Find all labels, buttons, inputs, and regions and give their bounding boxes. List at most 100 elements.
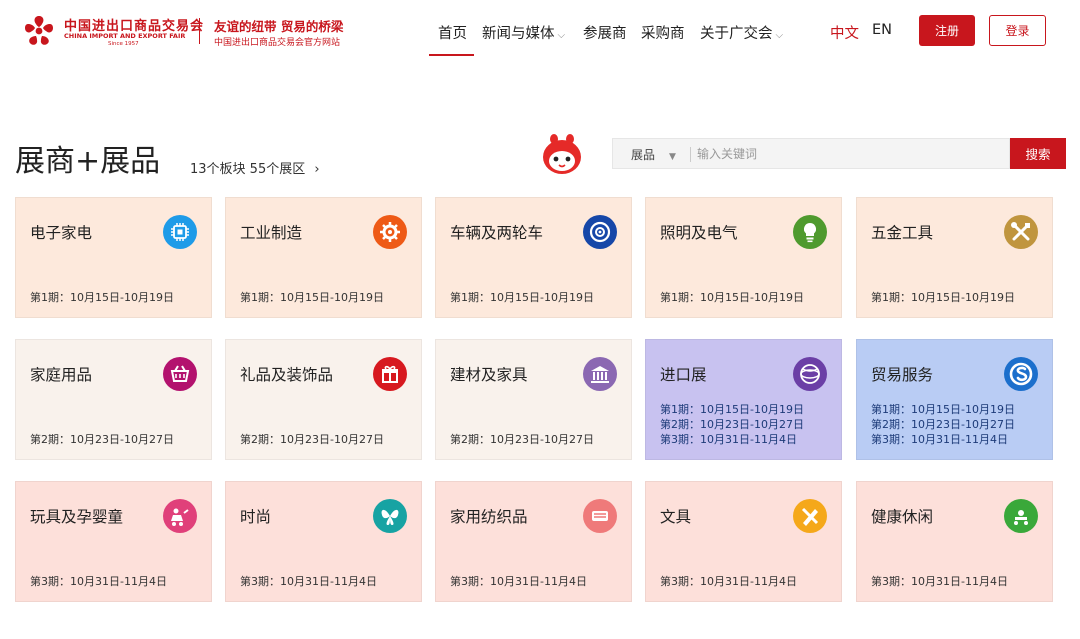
search-input[interactable] [697, 142, 997, 166]
phase-date: 第3期：10月31日-11月4日 [30, 575, 167, 588]
phase-date: 第3期：10月31日-11月4日 [660, 575, 797, 588]
category-dates: 第3期：10月31日-11月4日 [660, 574, 797, 589]
logo-divider [199, 18, 200, 44]
category-title: 工业制造 [240, 224, 303, 242]
category-dates: 第3期：10月31日-11月4日 [871, 574, 1008, 589]
nav-exhibitors-label: 参展商 [583, 26, 627, 42]
site-header: 中国进出口商品交易会 CHINA IMPORT AND EXPORT FAIR … [0, 0, 1080, 62]
category-dates: 第2期：10月23日-10月27日 [240, 432, 384, 447]
category-card[interactable]: 电子家电第1期：10月15日-10月19日 [15, 197, 212, 318]
nav-active-indicator [429, 54, 474, 56]
category-card[interactable]: 礼品及装饰品 第2期：10月23日-10月27日 [225, 339, 422, 460]
chevron-down-icon: ⌵ [775, 30, 784, 41]
nav-about[interactable]: 关于广交会 ⌵ [700, 22, 783, 43]
chip-icon [163, 215, 197, 249]
category-card[interactable]: 玩具及孕婴童第3期：10月31日-11月4日 [15, 481, 212, 602]
building-icon [583, 357, 617, 391]
nav-home[interactable]: 首页 [438, 22, 467, 43]
sections-summary-text: 13个板块 55个展区 [190, 162, 306, 177]
category-card[interactable]: 贸易服务第1期：10月15日-10月19日 第2期：10月23日-10月27日 第3… [856, 339, 1053, 460]
slogan: 友谊的纽带 贸易的桥梁 [214, 19, 344, 34]
category-title: 照明及电气 [660, 224, 738, 242]
toy-icon [163, 499, 197, 533]
category-dates: 第2期：10月23日-10月27日 [450, 432, 594, 447]
phase-date: 第3期：10月31日-11月4日 [660, 433, 797, 446]
phase-date: 第1期：10月15日-10月19日 [30, 291, 174, 304]
phase-date: 第3期：10月31日-11月4日 [240, 575, 377, 588]
nav-news-media-label: 新闻与媒体 [482, 26, 555, 42]
category-title: 家庭用品 [30, 366, 93, 384]
category-dates: 第1期：10月15日-10月19日 第2期：10月23日-10月27日 第3期：10… [871, 402, 1015, 447]
service-icon [1004, 357, 1038, 391]
category-dates: 第1期：10月15日-10月19日 [30, 290, 174, 305]
category-title: 五金工具 [871, 224, 934, 242]
phase-date: 第3期：10月31日-11月4日 [871, 575, 1008, 588]
category-dates: 第3期：10月31日-11月4日 [30, 574, 167, 589]
caret-down-icon: ▼ [669, 152, 676, 162]
nav-home-label: 首页 [438, 26, 467, 42]
category-dates: 第3期：10月31日-11月4日 [240, 574, 377, 589]
nav-news-media[interactable]: 新闻与媒体 ⌵ [482, 22, 565, 43]
wheel-icon [583, 215, 617, 249]
language-chinese[interactable]: 中文 [830, 22, 859, 43]
login-button[interactable]: 登录 [989, 15, 1046, 46]
phase-date: 第2期：10月23日-10月27日 [871, 418, 1015, 431]
slogan-subtitle: 中国进出口商品交易会官方网站 [214, 38, 341, 48]
phase-date: 第1期：10月15日-10月19日 [240, 291, 384, 304]
category-dates: 第2期：10月23日-10月27日 [30, 432, 174, 447]
phase-date: 第1期：10月15日-10月19日 [871, 403, 1015, 416]
category-card[interactable]: 时尚 第3期：10月31日-11月4日 [225, 481, 422, 602]
category-card[interactable]: 健康休闲第3期：10月31日-11月4日 [856, 481, 1053, 602]
category-card[interactable]: 家庭用品第2期：10月23日-10月27日 [15, 339, 212, 460]
language-english[interactable]: EN [872, 22, 892, 38]
category-dates: 第1期：10月15日-10月19日 [240, 290, 384, 305]
search-divider [690, 147, 691, 162]
category-card[interactable]: 家用纺织品第3期：10月31日-11月4日 [435, 481, 632, 602]
sections-summary-link[interactable]: 13个板块 55个展区 › [190, 158, 320, 177]
globe-icon [793, 357, 827, 391]
butterfly-icon [373, 499, 407, 533]
category-card[interactable]: 工业制造第1期：10月15日-10月19日 [225, 197, 422, 318]
search-type-value: 展品 [631, 148, 656, 162]
nav-about-label: 关于广交会 [700, 26, 773, 42]
search-button[interactable]: 搜索 [1010, 138, 1066, 169]
phase-date: 第1期：10月15日-10月19日 [450, 291, 594, 304]
category-card[interactable]: 文具 第3期：10月31日-11月4日 [645, 481, 842, 602]
category-card[interactable]: 进口展第1期：10月15日-10月19日 第2期：10月23日-10月27日 第3期… [645, 339, 842, 460]
category-dates: 第3期：10月31日-11月4日 [450, 574, 587, 589]
category-card[interactable]: 五金工具第1期：10月15日-10月19日 [856, 197, 1053, 318]
tools-icon [1004, 215, 1038, 249]
category-title: 家用纺织品 [450, 508, 528, 526]
category-card[interactable]: 建材及家具 第2期：10月23日-10月27日 [435, 339, 632, 460]
gift-icon [373, 357, 407, 391]
phase-date: 第2期：10月23日-10月27日 [240, 433, 384, 446]
category-title: 健康休闲 [871, 508, 934, 526]
stationery-icon [793, 499, 827, 533]
nav-buyers-label: 采购商 [641, 26, 685, 42]
phase-date: 第3期：10月31日-11月4日 [450, 575, 587, 588]
search-type-select[interactable]: 展品 ▼ [631, 146, 676, 163]
logo-english-text: CHINA IMPORT AND EXPORT FAIR [64, 32, 186, 40]
phase-date: 第2期：10月23日-10月27日 [30, 433, 174, 446]
basket-icon [163, 357, 197, 391]
category-title: 电子家电 [30, 224, 93, 242]
mascot-icon [543, 134, 581, 174]
bulb-icon [793, 215, 827, 249]
category-dates: 第1期：10月15日-10月19日 [450, 290, 594, 305]
logo-since-text: Since 1957 [108, 41, 139, 47]
category-dates: 第1期：10月15日-10月19日 [871, 290, 1015, 305]
category-title: 进口展 [660, 366, 707, 384]
nav-buyers[interactable]: 采购商 [641, 22, 685, 43]
nav-exhibitors[interactable]: 参展商 [583, 22, 627, 43]
phase-date: 第1期：10月15日-10月19日 [660, 291, 804, 304]
register-button[interactable]: 注册 [919, 15, 975, 46]
category-card[interactable]: 车辆及两轮车 第1期：10月15日-10月19日 [435, 197, 632, 318]
phase-date: 第2期：10月23日-10月27日 [660, 418, 804, 431]
search-box: 展品 ▼ [612, 138, 1010, 169]
category-title: 贸易服务 [871, 366, 934, 384]
phase-date: 第1期：10月15日-10月19日 [660, 403, 804, 416]
chevron-down-icon: ⌵ [557, 30, 566, 41]
canton-fair-logo-icon[interactable] [22, 14, 56, 48]
category-title: 玩具及孕婴童 [30, 508, 124, 526]
category-card[interactable]: 照明及电气第1期：10月15日-10月19日 [645, 197, 842, 318]
